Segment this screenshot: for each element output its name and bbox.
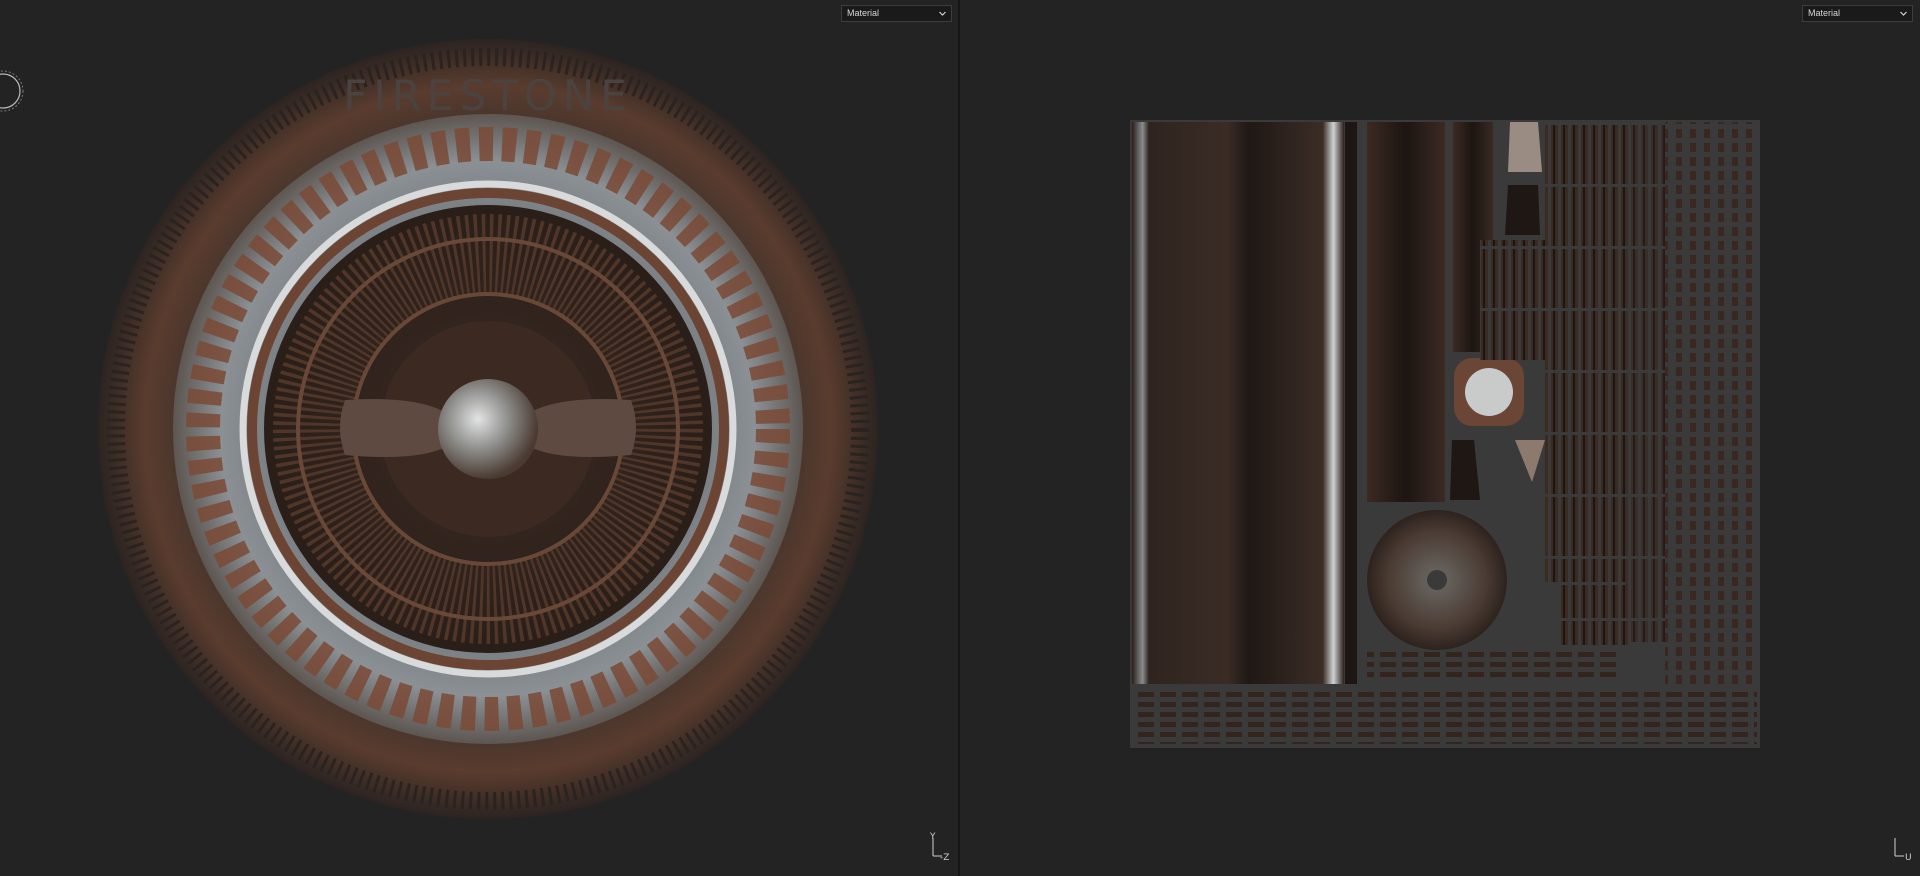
tire-render[interactable]: FIRESTONE bbox=[0, 0, 958, 876]
gizmo-up-axis-label: Y bbox=[929, 832, 936, 842]
chevron-down-icon bbox=[938, 6, 947, 21]
viewport-3d-mode-label: Material bbox=[847, 8, 880, 18]
tire-brand-text: FIRESTONE bbox=[343, 71, 633, 120]
viewport-2d[interactable]: Material U bbox=[960, 0, 1920, 876]
viewport-2d-mode-dropdown[interactable]: Material bbox=[1802, 5, 1913, 22]
viewport-3d[interactable]: FIRESTONE Material Y -Z bbox=[0, 0, 958, 876]
uv-texture-map[interactable] bbox=[960, 0, 1920, 876]
chevron-down-icon bbox=[1899, 6, 1908, 21]
gizmo-u-axis-label: U bbox=[1905, 853, 1912, 863]
viewport-2d-mode-label: Material bbox=[1808, 8, 1841, 18]
axis-gizmo-icon: U bbox=[1892, 832, 1920, 863]
brush-cursor-icon[interactable] bbox=[0, 70, 24, 112]
gizmo-right-axis-label: -Z bbox=[940, 853, 949, 863]
viewport-3d-mode-dropdown[interactable]: Material bbox=[841, 5, 952, 22]
axis-gizmo-icon: Y -Z bbox=[929, 832, 958, 863]
